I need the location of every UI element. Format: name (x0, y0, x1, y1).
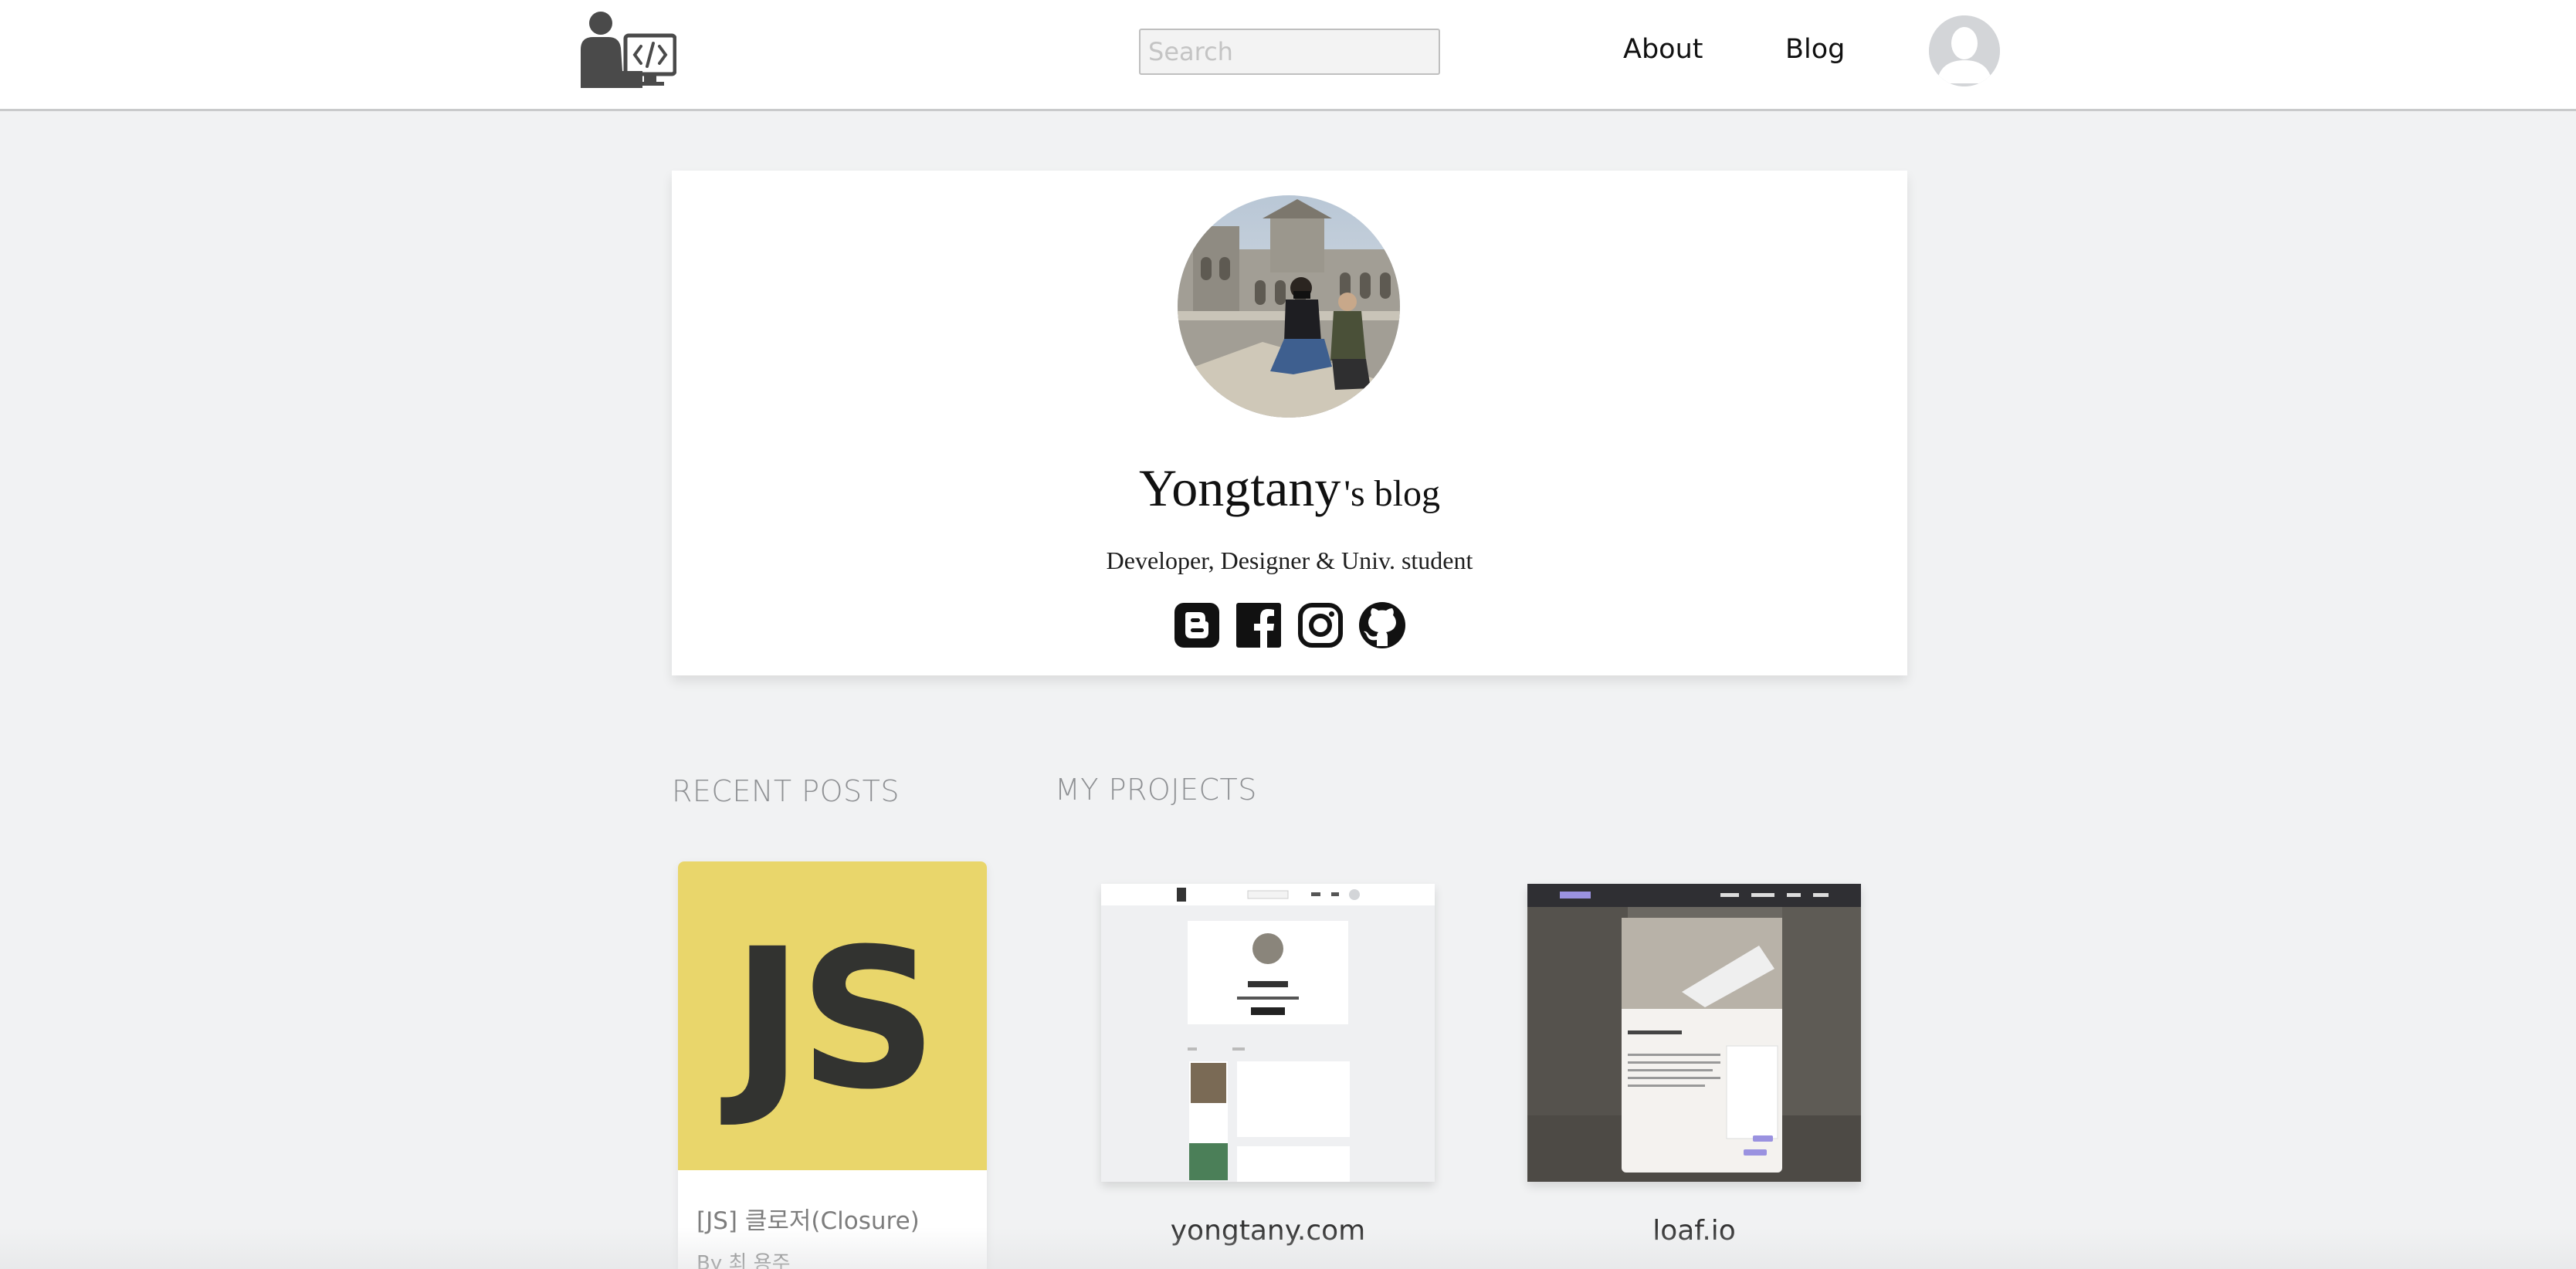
profile-photo (1178, 195, 1400, 418)
nav-link-blog[interactable]: Blog (1785, 34, 1845, 65)
blog-title: Yongtany 's blog (672, 458, 1907, 519)
facebook-icon[interactable] (1235, 601, 1283, 649)
blogger-icon[interactable] (1173, 601, 1221, 649)
project-thumbnail-yongtany[interactable] (1101, 884, 1435, 1182)
recent-post-card[interactable]: JS [JS] 클로저(Closure) By 최 용주 (678, 861, 987, 1269)
recent-posts-heading: RECENT POSTS (672, 774, 900, 808)
social-links (672, 601, 1907, 649)
my-projects-heading: MY PROJECTS (1055, 773, 1257, 807)
github-icon[interactable] (1358, 601, 1406, 649)
user-avatar-icon[interactable] (1929, 15, 2000, 86)
blog-title-suffix: 's blog (1344, 473, 1441, 514)
instagram-icon[interactable] (1296, 601, 1344, 649)
blog-owner-name: Yongtany (1138, 459, 1341, 517)
profile-card: Yongtany 's blog Developer, Designer & U… (672, 171, 1907, 675)
developer-at-computer-icon[interactable] (578, 5, 676, 91)
nav-link-about[interactable]: About (1623, 34, 1703, 65)
project-label-yongtany[interactable]: yongtany.com (1101, 1215, 1435, 1247)
post-thumbnail: JS (678, 861, 987, 1170)
blog-subtitle: Developer, Designer & Univ. student (1106, 547, 1473, 574)
post-title[interactable]: [JS] 클로저(Closure) (697, 1201, 920, 1236)
project-label-loaf[interactable]: loaf.io (1527, 1215, 1861, 1247)
js-logo-text: JS (731, 907, 937, 1132)
project-thumbnail-loaf[interactable] (1527, 884, 1861, 1182)
search-input[interactable] (1139, 29, 1440, 75)
top-navbar: About Blog (0, 0, 2576, 111)
post-author: By 최 용주 (697, 1252, 791, 1269)
